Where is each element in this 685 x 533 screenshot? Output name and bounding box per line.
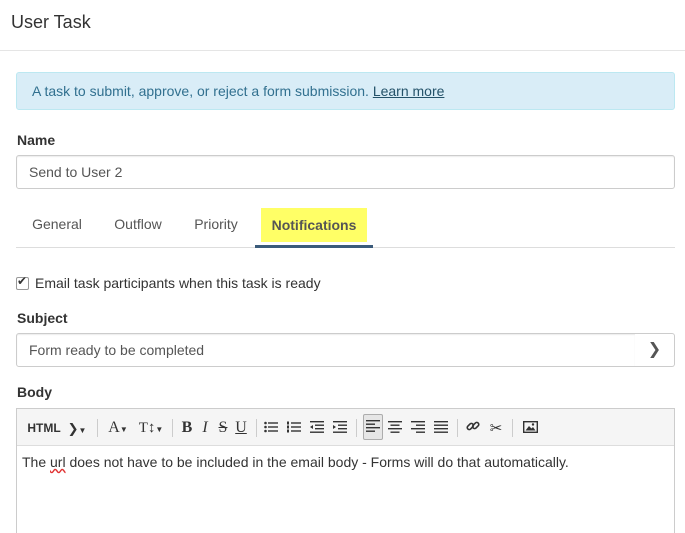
html-button[interactable]: HTML (27, 417, 61, 439)
scissors-icon: ✂ (489, 420, 503, 437)
tab-outflow[interactable]: Outflow (113, 206, 163, 248)
underline-button[interactable]: U (233, 417, 249, 439)
align-right-button[interactable] (409, 417, 427, 439)
email-participants-row: ✔ Email task participants when this task … (16, 274, 321, 291)
editor-toolbar: HTML ❯▼ A▼ T↕▼ B I S U ✂ (17, 409, 674, 446)
dialog-header: User Task (0, 0, 685, 51)
justify-icon (434, 421, 448, 433)
outdent-button[interactable] (308, 417, 326, 439)
unlink-button[interactable]: ✂ (487, 417, 505, 439)
font-size-dropdown[interactable]: T↕▼ (135, 417, 167, 439)
link-icon (466, 421, 480, 431)
body-text-rest: does not have to be included in the emai… (65, 454, 569, 470)
font-icon: A (108, 419, 120, 436)
tab-notifications[interactable]: Notifications (255, 206, 373, 248)
numbered-list-icon (287, 421, 301, 433)
numbered-list-button[interactable] (285, 417, 303, 439)
checkmark-icon: ✔ (17, 274, 28, 288)
align-right-icon (411, 421, 425, 433)
info-alert: A task to submit, approve, or reject a f… (16, 72, 675, 110)
align-center-button[interactable] (386, 417, 404, 439)
toolbar-separator (256, 419, 257, 437)
caret-down-icon: ▼ (155, 425, 164, 434)
indent-button[interactable] (331, 417, 349, 439)
email-participants-label: Email task participants when this task i… (35, 275, 321, 291)
bold-button[interactable]: B (179, 417, 195, 439)
italic-button[interactable]: I (197, 417, 213, 439)
body-text-start: The (22, 454, 51, 470)
align-center-icon (388, 421, 402, 433)
align-left-button[interactable] (363, 414, 383, 440)
toolbar-separator (356, 419, 357, 437)
justify-button[interactable] (432, 417, 450, 439)
caret-down-icon: ▼ (119, 425, 128, 434)
subject-input[interactable] (16, 333, 636, 367)
insert-link-button[interactable] (464, 417, 482, 439)
toolbar-separator (97, 419, 98, 437)
indent-icon (333, 421, 347, 433)
tab-bar: General Outflow Priority Notifications (16, 206, 675, 248)
chevron-right-icon: ❯ (647, 341, 662, 358)
learn-more-link[interactable]: Learn more (373, 83, 445, 99)
font-size-icon: T↕ (138, 420, 156, 436)
tab-priority[interactable]: Priority (193, 206, 239, 248)
toolbar-separator (512, 419, 513, 437)
chevron-right-icon: ❯ (67, 421, 79, 436)
tab-notifications-label: Notifications (260, 208, 368, 242)
font-dropdown[interactable]: A▼ (105, 417, 131, 439)
subject-label: Subject (17, 310, 68, 326)
subject-insert-button[interactable]: ❯ (635, 333, 675, 367)
toolbar-separator (457, 419, 458, 437)
strikethrough-button[interactable]: S (215, 417, 231, 439)
editor-content[interactable]: The url does not have to be included in … (17, 446, 674, 478)
name-label: Name (17, 132, 56, 148)
info-text: A task to submit, approve, or reject a f… (32, 83, 373, 99)
caret-down-icon: ▼ (78, 426, 87, 435)
toolbar-separator (172, 419, 173, 437)
bullet-list-button[interactable] (262, 417, 280, 439)
misspelled-word: url (50, 454, 66, 470)
align-left-icon (366, 420, 380, 432)
body-editor: HTML ❯▼ A▼ T↕▼ B I S U ✂ The url does no… (16, 408, 675, 533)
name-input[interactable] (16, 155, 675, 189)
insert-image-button[interactable] (520, 417, 540, 439)
tab-general[interactable]: General (31, 206, 83, 248)
body-label: Body (17, 384, 52, 400)
image-icon (522, 420, 538, 434)
bullet-list-icon (264, 421, 278, 433)
insert-field-dropdown[interactable]: ❯▼ (64, 417, 90, 439)
dialog-title: User Task (11, 12, 91, 32)
email-participants-checkbox[interactable]: ✔ (16, 274, 29, 290)
outdent-icon (310, 421, 324, 433)
